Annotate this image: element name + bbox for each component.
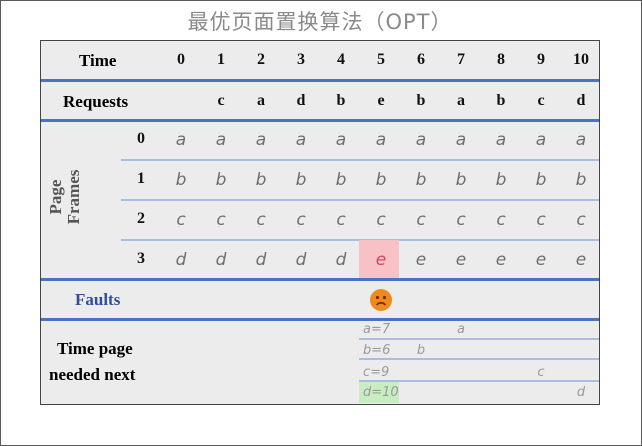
frame-cell: c [416,210,426,230]
frame-cell: a [495,130,507,150]
frame-cell: c [456,210,466,230]
frame-cell: a [255,130,267,150]
time-cell: 10 [573,51,589,68]
frame-cell: b [575,170,587,190]
frame-cell: b [175,170,187,190]
separator-next-a [359,338,599,340]
separator-next-b [359,358,599,360]
frame-id: 0 [137,130,145,147]
frame-cell: b [335,170,347,190]
frame-cell: a [415,130,427,150]
request-cell: d [296,92,306,109]
sad-face-icon [370,289,392,311]
frame-id: 2 [137,210,145,227]
request-cell: c [217,92,225,109]
frame-cell: c [376,210,386,230]
time-label: Time [79,51,117,70]
time-cell: 0 [177,51,185,68]
frame-cell: b [295,170,307,190]
time-cell: 9 [537,51,545,68]
request-cell: b [336,92,346,109]
request-cell: b [496,92,506,109]
request-cell: a [257,92,265,109]
frame-cell: c [576,210,586,230]
frame-id: 3 [137,250,145,267]
frame-cell: d [255,250,267,270]
separator-frame-0 [121,159,599,161]
needed-next-label-2: needed next [49,365,136,384]
frame-cell: a [575,130,587,150]
next-needed-text: a=7 [363,322,391,337]
request-cell: b [416,92,426,109]
frame-cell: b [455,170,467,190]
needed-next-label-1: Time page [57,339,133,358]
frame-cell: c [176,210,186,230]
frame-cell: c [216,210,226,230]
frame-cell: c [296,210,306,230]
frame-cell: b [495,170,507,190]
page-frames-label: Page Frames [46,169,83,225]
next-needed-text: c=9 [363,365,390,380]
separator-faults [41,318,599,321]
faults-label: Faults [75,290,121,309]
frame-cell: c [496,210,506,230]
time-cell: 7 [457,51,465,68]
frame-cell: c [336,210,346,230]
opt-diagram: Time Requests Page Frames Faults Time pa… [40,40,600,405]
frame-cell: a [215,130,227,150]
frame-cell: b [535,170,547,190]
separator-time [41,79,599,82]
frame-cell: d [295,250,307,270]
frame-cell: d [335,250,347,270]
requests-label: Requests [63,92,129,111]
next-needed-marker: d [576,385,586,400]
frame-cell: a [335,130,347,150]
separator-frames [41,278,599,281]
request-cell: c [537,92,545,109]
frame-cell: a [455,130,467,150]
time-cell: 4 [337,51,345,68]
frame-cell: d [175,250,187,270]
frame-cell: e [495,250,507,270]
frame-cell: b [375,170,387,190]
diagram-title: 最优页面置换算法（OPT） [187,10,453,34]
frame-cell: b [255,170,267,190]
next-needed-marker: b [416,343,426,358]
frame-cell: a [375,130,387,150]
frame-cell: e [575,250,587,270]
next-needed-marker: a [457,322,465,337]
frame-cell: c [536,210,546,230]
next-needed-text: d=10 [363,385,399,400]
frame-cell: a [175,130,187,150]
separator-requests [41,119,599,122]
frame-cell: b [415,170,427,190]
time-cell: 3 [297,51,305,68]
frame-cell: a [295,130,307,150]
frame-cell: e [375,250,387,270]
frame-cell: b [215,170,227,190]
frame-cell: d [215,250,227,270]
request-cell: e [377,92,385,109]
request-cell: d [576,92,586,109]
frame-cell: e [415,250,427,270]
frame-cell: e [455,250,467,270]
next-needed-marker: c [537,365,545,380]
next-needed-text: b=6 [363,343,391,358]
time-cell: 6 [417,51,425,68]
separator-frame-1 [121,199,599,201]
frame-cell: e [535,250,547,270]
frame-cell: a [535,130,547,150]
request-cell: a [457,92,465,109]
time-cell: 8 [497,51,505,68]
frame-cell: c [256,210,266,230]
frame-id: 1 [137,170,145,187]
time-cell: 1 [217,51,225,68]
time-cell: 2 [257,51,265,68]
time-cell: 5 [377,51,385,68]
